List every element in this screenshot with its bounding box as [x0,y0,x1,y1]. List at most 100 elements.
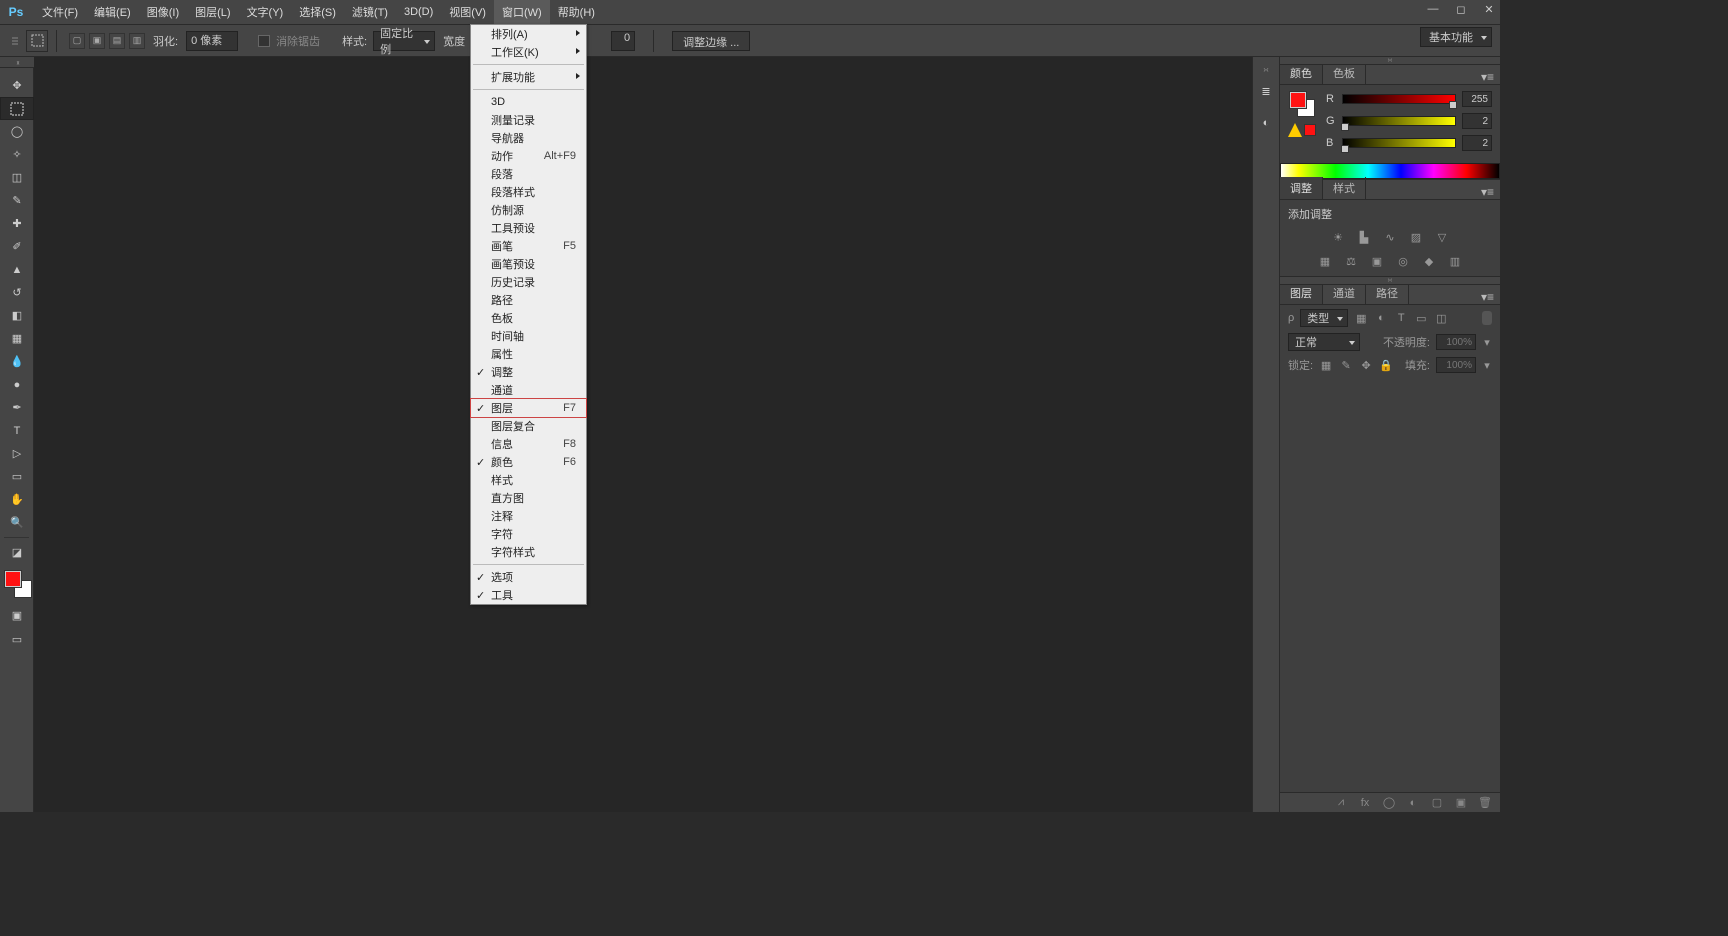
toolbox-header[interactable]: ›‹ [0,57,34,68]
quick-mask-toggle[interactable]: ▣ [0,604,34,626]
history-panel-icon[interactable]: ≣ [1255,80,1277,102]
menu-view[interactable]: 视图(V) [441,0,494,24]
antialias-checkbox[interactable] [258,35,270,47]
window-menu-item[interactable]: 字符 [471,525,586,543]
layer-mask-icon[interactable]: ◯ [1382,796,1396,810]
g-slider[interactable] [1342,116,1456,126]
trailing-value[interactable]: 0 [611,31,635,51]
window-menu-item[interactable]: 样式 [471,471,586,489]
default-colors-icon[interactable]: ◪ [0,541,34,564]
window-menu-item[interactable]: 仿制源 [471,201,586,219]
filter-pixel-icon[interactable]: ▦ [1354,311,1368,325]
window-menu-item[interactable]: 直方图 [471,489,586,507]
window-menu-item[interactable]: 图层复合 [471,417,586,435]
maximize-button[interactable]: ◻ [1454,2,1468,16]
workspace-switcher[interactable]: 基本功能 [1420,27,1492,47]
layer-list[interactable] [1280,377,1500,737]
adjustments-panel-menu[interactable]: ▾≡ [1475,185,1500,199]
tab-styles[interactable]: 样式 [1323,177,1366,199]
tab-adjustments[interactable]: 调整 [1280,177,1323,199]
minimize-button[interactable]: — [1426,2,1440,16]
new-fill-icon[interactable]: ◐ [1406,796,1420,810]
filter-type-icon[interactable]: T [1394,311,1408,325]
hand-tool[interactable]: ✋ [0,488,34,511]
lock-transparency-icon[interactable]: ▦ [1319,358,1333,372]
eraser-tool[interactable]: ◧ [0,304,34,327]
window-menu-item[interactable]: 历史记录 [471,273,586,291]
type-tool[interactable]: T [0,419,34,442]
stamp-tool[interactable]: ▲ [0,258,34,281]
path-select-tool[interactable]: ▷ [0,442,34,465]
filter-toggle[interactable] [1482,311,1492,325]
color-balance-icon[interactable]: ⚖ [1342,252,1360,270]
window-menu-item[interactable]: 动作Alt+F9 [471,147,586,165]
tool-preset-picker[interactable] [26,30,48,52]
lookup-icon[interactable]: ▥ [1446,252,1464,270]
foreground-background-swatch[interactable] [0,568,34,602]
color-panel-menu[interactable]: ▾≡ [1475,70,1500,84]
color-fgbg-swatch[interactable] [1289,91,1315,117]
opacity-dropdown-icon[interactable]: ▾ [1482,336,1492,349]
tab-layers[interactable]: 图层 [1280,282,1323,304]
close-button[interactable]: ✕ [1482,2,1496,16]
blend-mode-select[interactable]: 正常 [1288,333,1360,351]
tab-channels[interactable]: 通道 [1323,282,1366,304]
window-menu-item[interactable]: 画笔F5 [471,237,586,255]
window-menu-item[interactable]: ✓选项 [471,568,586,586]
foreground-color[interactable] [4,570,22,588]
window-menu-item[interactable]: ✓图层F7 [471,399,586,417]
eyedropper-tool[interactable]: ✎ [0,189,34,212]
menu-image[interactable]: 图像(I) [139,0,187,24]
window-menu-item[interactable]: 扩展功能 [471,68,586,86]
menu-select[interactable]: 选择(S) [291,0,344,24]
photofilter-icon[interactable]: ◎ [1394,252,1412,270]
history-brush-tool[interactable]: ↺ [0,281,34,304]
menu-3d[interactable]: 3D(D) [396,0,441,24]
brush-tool[interactable]: ✐ [0,235,34,258]
curves-icon[interactable]: ∿ [1381,228,1399,246]
lock-all-icon[interactable]: 🔒 [1379,358,1393,372]
window-menu-item[interactable]: 字符样式 [471,543,586,561]
menu-window[interactable]: 窗口(W) [494,0,550,24]
bw-icon[interactable]: ▣ [1368,252,1386,270]
opacity-value[interactable]: 100% [1436,334,1476,350]
gamut-color-swatch[interactable] [1304,124,1316,136]
menu-help[interactable]: 帮助(H) [550,0,603,24]
channel-mixer-icon[interactable]: ◆ [1420,252,1438,270]
menu-file[interactable]: 文件(F) [34,0,86,24]
marquee-tool[interactable] [0,97,34,120]
feather-input[interactable]: 0 像素 [186,31,238,51]
window-menu-item[interactable]: 属性 [471,345,586,363]
layers-panel-menu[interactable]: ▾≡ [1475,290,1500,304]
pen-tool[interactable]: ✒ [0,396,34,419]
window-menu-item[interactable]: 画笔预设 [471,255,586,273]
vibrance-icon[interactable]: ▽ [1433,228,1451,246]
delete-layer-icon[interactable]: 🗑 [1478,796,1492,810]
menu-edit[interactable]: 编辑(E) [86,0,139,24]
window-menu-item[interactable]: 路径 [471,291,586,309]
b-value[interactable]: 2 [1462,135,1492,151]
move-tool[interactable]: ✥ [0,74,34,97]
zoom-tool[interactable]: 🔍 [0,511,34,534]
tab-paths[interactable]: 路径 [1366,282,1409,304]
filter-smart-icon[interactable]: ◫ [1434,311,1448,325]
magic-wand-tool[interactable]: ✧ [0,143,34,166]
levels-icon[interactable]: ▙ [1355,228,1373,246]
layer-fx-icon[interactable]: fx [1358,796,1372,810]
g-value[interactable]: 2 [1462,113,1492,129]
screen-mode-toggle[interactable]: ▭ [0,628,34,650]
menu-type[interactable]: 文字(Y) [239,0,292,24]
blur-tool[interactable]: 💧 [0,350,34,373]
window-menu-item[interactable]: 工作区(K) [471,43,586,61]
selection-new-icon[interactable]: ▢ [69,33,85,49]
options-grip[interactable] [12,40,18,42]
window-menu-item[interactable]: 注释 [471,507,586,525]
new-group-icon[interactable]: ▢ [1430,796,1444,810]
gamut-warning-icon[interactable] [1288,123,1302,137]
r-slider[interactable] [1342,94,1456,104]
exposure-icon[interactable]: ▨ [1407,228,1425,246]
style-select[interactable]: 固定比例 [373,31,435,51]
window-menu-item[interactable]: ✓调整 [471,363,586,381]
r-value[interactable]: 255 [1462,91,1492,107]
b-slider[interactable] [1342,138,1456,148]
